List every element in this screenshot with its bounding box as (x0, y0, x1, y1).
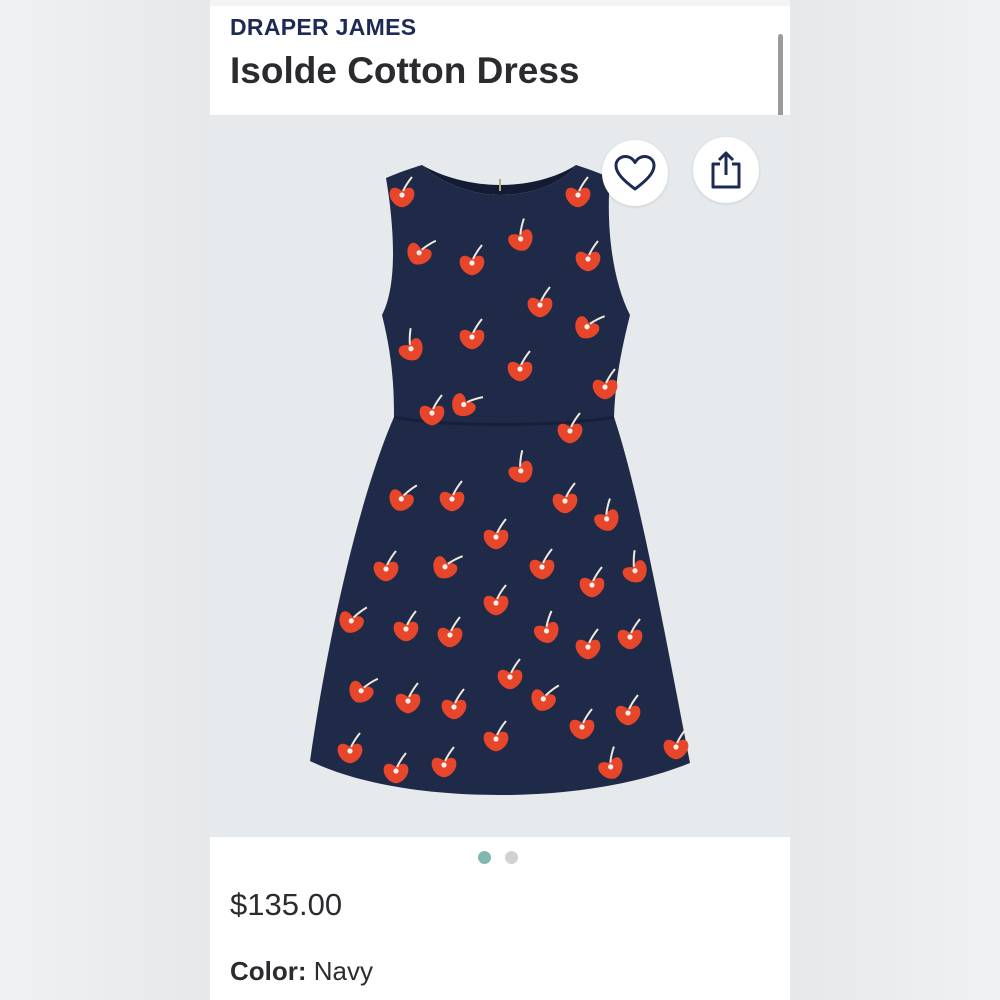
dress-image (310, 165, 690, 795)
share-icon (711, 151, 741, 189)
gallery-pagination (478, 851, 518, 864)
background-right (790, 0, 1000, 1000)
pagination-dot-active[interactable] (478, 851, 491, 864)
color-selection: Color: Navy (230, 956, 373, 987)
background-left (0, 0, 210, 1000)
color-value: Navy (313, 956, 374, 986)
product-title: Isolde Cotton Dress (230, 50, 580, 91)
color-label: Color: (230, 956, 307, 986)
heart-icon (614, 155, 656, 191)
top-edge (210, 0, 790, 6)
favorite-button[interactable] (602, 140, 668, 206)
pagination-dot[interactable] (505, 851, 518, 864)
product-price: $135.00 (230, 887, 343, 922)
share-button[interactable] (693, 137, 759, 203)
product-image-gallery[interactable] (210, 115, 790, 837)
product-screen: DRAPER JAMES Isolde Cotton Dress $135.00… (210, 0, 790, 1000)
brand-name[interactable]: DRAPER JAMES (230, 14, 416, 41)
